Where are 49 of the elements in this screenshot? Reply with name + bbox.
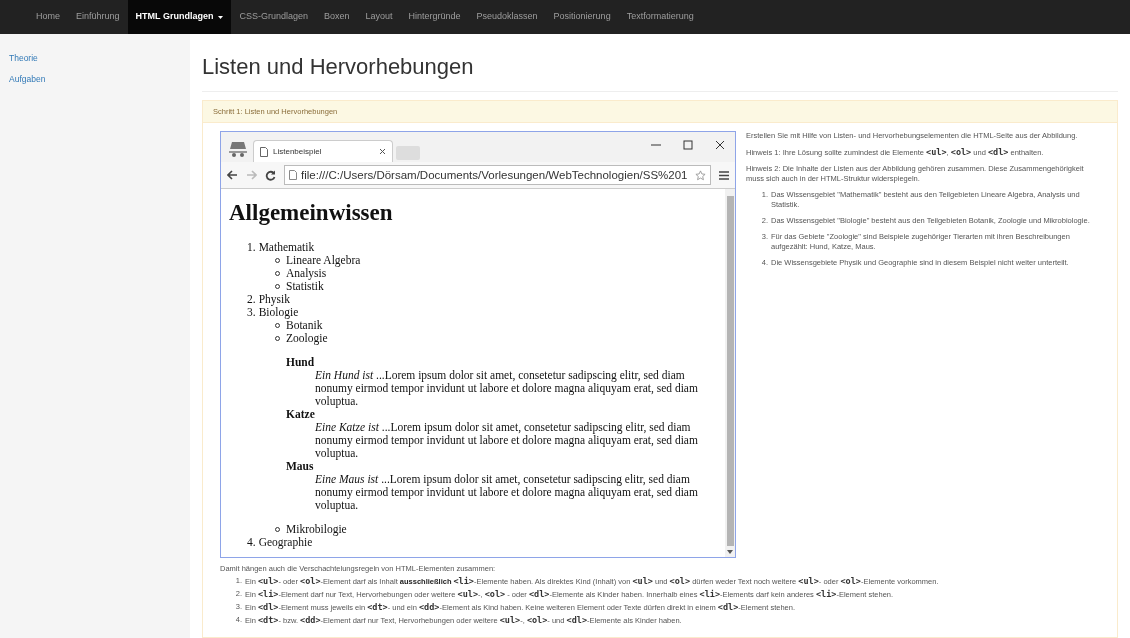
star-icon[interactable] — [695, 169, 706, 181]
nav-link[interactable]: Hintergründe — [400, 0, 469, 34]
list-item: Mikrobilogie — [286, 523, 347, 537]
list-item: Geographie — [258, 536, 313, 550]
list-number: 1. — [247, 241, 256, 255]
page-icon — [289, 170, 297, 181]
page-title: Listen und Hervorhebungen — [202, 50, 1118, 92]
nav-link[interactable]: Home — [28, 0, 68, 34]
nav-link[interactable]: Pseudoklassen — [468, 0, 546, 34]
list-item: Lineare Algebra — [286, 254, 361, 268]
sidebar-link[interactable]: Theorie — [9, 52, 190, 65]
definition-description: Eine Katze ist ...Lorem ipsum dolor sit amet, consetetur sadipscing elitr, sed diam nonumy eirmod tempor invidunt ut labore et dolore magna aliquyam erat, sed diam voluptua. — [314, 421, 699, 461]
close-icon[interactable] — [379, 148, 386, 156]
maximize-icon[interactable] — [683, 140, 693, 151]
list-item: Analysis — [286, 267, 327, 281]
list-number: 3. — [247, 306, 256, 320]
list-item: Zoologie — [286, 332, 328, 346]
list-item: Mathematik — [258, 241, 315, 255]
nav-link[interactable]: Boxen — [315, 0, 358, 34]
nav-link[interactable]: Layout — [357, 0, 401, 34]
definition-term: Hund — [286, 356, 316, 370]
nav-link[interactable]: CSS-Grundlagen — [231, 0, 316, 34]
page-heading: Allgemeinwissen — [229, 199, 394, 228]
nav-link[interactable]: Textformatierung — [618, 0, 702, 34]
incognito-icon — [227, 140, 249, 159]
definition-term: Katze — [286, 408, 316, 422]
nav-link[interactable]: HTML Grundlagen — [127, 0, 232, 34]
nav-link[interactable]: Einführung — [68, 0, 128, 34]
close-icon[interactable] — [715, 140, 725, 151]
scroll-down-icon[interactable] — [727, 550, 733, 556]
list-item: Botanik — [286, 319, 323, 333]
nav-link[interactable]: Positionierung — [545, 0, 619, 34]
list-item: Statistik — [286, 280, 324, 294]
definition-term: Maus — [286, 460, 315, 474]
list-item: Biologie — [258, 306, 299, 320]
scrollbar[interactable] — [725, 189, 735, 558]
page-icon — [260, 146, 268, 157]
back-arrow-icon[interactable] — [227, 170, 238, 181]
definition-description: Eine Maus ist ...Lorem ipsum dolor sit amet, consetetur sadipscing elitr, sed diam nonumy eirmod tempor invidunt ut labore et dolore magna aliquyam erat, sed diam voluptua. — [314, 473, 699, 513]
list-item: Physik — [258, 293, 290, 307]
reload-icon[interactable] — [265, 169, 276, 181]
list-number: 2. — [247, 293, 256, 307]
browser-tab[interactable]: Listenbeispiel — [253, 140, 393, 163]
scrollbar-thumb[interactable] — [726, 196, 734, 547]
sidebar-link[interactable]: Aufgaben — [9, 72, 190, 86]
definition-description: Ein Hund ist ...Lorem ipsum dolor sit amet, consetetur sadipscing elitr, sed diam nonumy eirmod tempor invidunt ut labore et dolore magna aliquyam erat, sed diam voluptua. — [314, 369, 699, 409]
address-bar[interactable]: file:///C:/Users/Dörsam/Documents/Vorlesungen/WebTechnologien/SS%201 — [284, 165, 711, 186]
menu-icon[interactable] — [719, 170, 729, 180]
list-number: 4. — [247, 536, 256, 550]
